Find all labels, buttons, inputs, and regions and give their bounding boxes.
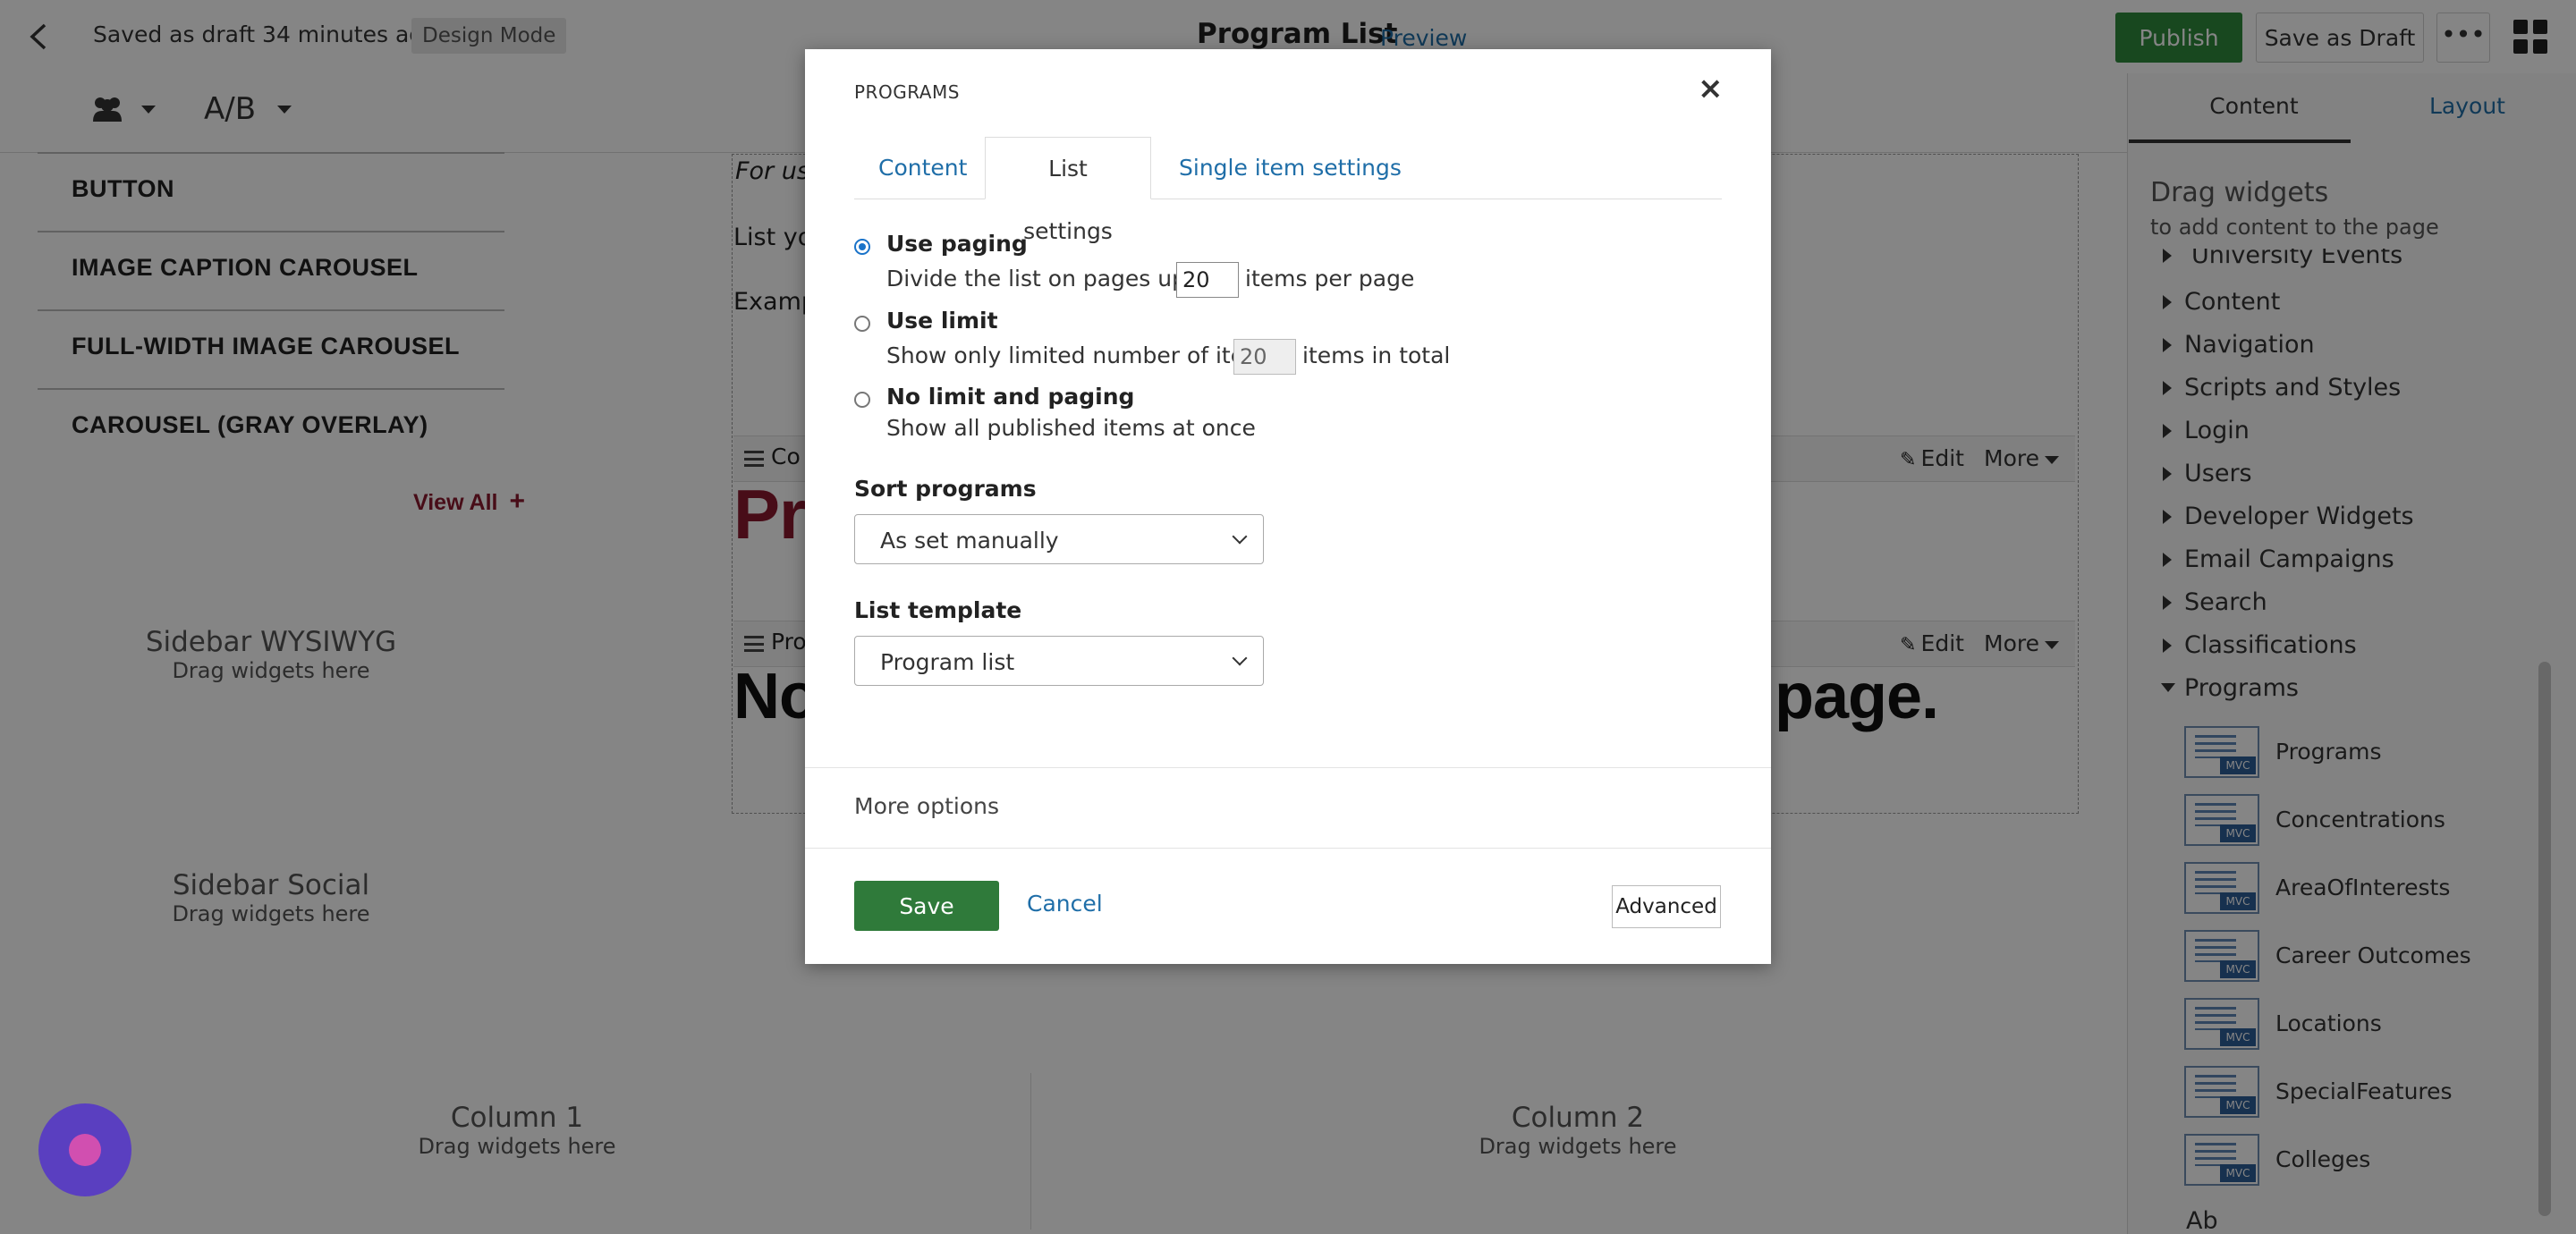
sort-programs-label: Sort programs [854,476,1037,502]
limit-count-input[interactable] [1233,339,1296,375]
close-icon[interactable]: × [1698,71,1724,106]
no-limit-radio[interactable] [854,392,870,408]
list-template-value: Program list [880,649,1015,675]
more-options-toggle[interactable]: More options [854,793,999,819]
page-size-input[interactable] [1176,262,1239,298]
use-limit-text: Show only limited number of items [886,342,1278,368]
use-paging-suffix: items per page [1245,266,1415,292]
use-paging-radio[interactable] [854,239,870,255]
no-limit-title: No limit and paging [886,384,1135,410]
divider [805,848,1771,849]
programs-settings-dialog: PROGRAMS × Content List settings Single … [805,49,1771,964]
use-limit-title: Use limit [886,308,998,334]
list-template-label: List template [854,597,1022,623]
tab-list-settings[interactable]: List settings [985,137,1151,244]
assistant-launcher-icon[interactable] [38,1103,131,1196]
chevron-down-icon [1232,650,1248,666]
use-paging-title: Use paging [886,231,1028,257]
no-limit-text: Show all published items at once [886,415,1256,441]
chevron-down-icon [1232,528,1248,545]
dialog-kicker: PROGRAMS [854,81,960,103]
list-template-select[interactable]: Program list [854,636,1264,686]
advanced-button[interactable]: Advanced [1612,885,1721,928]
use-limit-radio[interactable] [854,316,870,332]
tab-content[interactable]: Content [878,137,967,199]
save-button[interactable]: Save [854,881,999,931]
cancel-link[interactable]: Cancel [1027,891,1103,917]
use-paging-text: Divide the list on pages up to [886,266,1216,292]
tab-single-item-settings[interactable]: Single item settings [1179,137,1402,199]
divider [805,767,1771,768]
sort-programs-select[interactable]: As set manually [854,514,1264,564]
use-limit-suffix: items in total [1302,342,1451,368]
sort-programs-value: As set manually [880,528,1059,554]
